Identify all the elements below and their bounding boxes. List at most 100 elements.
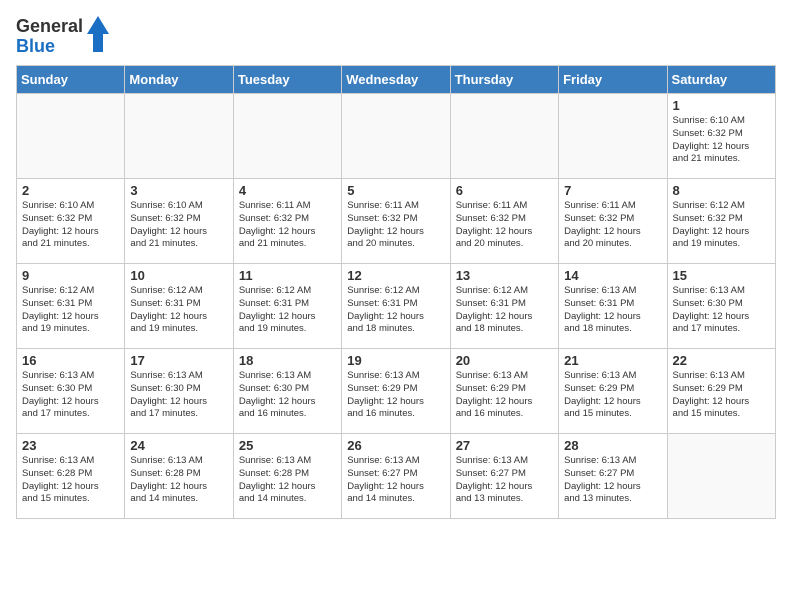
calendar-cell: 24 Sunrise: 6:13 AM Sunset: 6:28 PM Dayli… bbox=[125, 434, 233, 519]
day-number: 11 bbox=[239, 268, 336, 283]
day-number: 6 bbox=[456, 183, 553, 198]
calendar-cell: 23 Sunrise: 6:13 AM Sunset: 6:28 PM Dayli… bbox=[17, 434, 125, 519]
day-number: 8 bbox=[673, 183, 770, 198]
calendar-cell: 2Sunrise: 6:10 AM Sunset: 6:32 PM Daylig… bbox=[17, 179, 125, 264]
day-number: 28 bbox=[564, 438, 661, 453]
calendar-cell: 6 Sunrise: 6:11 AM Sunset: 6:32 PM Daylig… bbox=[450, 179, 558, 264]
weekday-header-friday: Friday bbox=[559, 66, 667, 94]
calendar-cell: 5 Sunrise: 6:11 AM Sunset: 6:32 PM Daylig… bbox=[342, 179, 450, 264]
calendar-cell: 26 Sunrise: 6:13 AM Sunset: 6:27 PM Dayli… bbox=[342, 434, 450, 519]
day-number: 10 bbox=[130, 268, 227, 283]
day-number: 21 bbox=[564, 353, 661, 368]
cell-info: Sunrise: 6:12 AM Sunset: 6:31 PM Dayligh… bbox=[22, 285, 119, 336]
calendar-cell: 16 Sunrise: 6:13 AM Sunset: 6:30 PM Dayli… bbox=[17, 349, 125, 434]
day-number: 23 bbox=[22, 438, 119, 453]
cell-info: Sunrise: 6:11 AM Sunset: 6:32 PM Dayligh… bbox=[456, 200, 553, 251]
day-number: 24 bbox=[130, 438, 227, 453]
day-number: 7 bbox=[564, 183, 661, 198]
logo-general: General bbox=[16, 16, 83, 36]
calendar-cell: 27 Sunrise: 6:13 AM Sunset: 6:27 PM Dayli… bbox=[450, 434, 558, 519]
day-number: 15 bbox=[673, 268, 770, 283]
calendar-cell: 10 Sunrise: 6:12 AM Sunset: 6:31 PM Dayli… bbox=[125, 264, 233, 349]
calendar-cell: 13 Sunrise: 6:12 AM Sunset: 6:31 PM Dayli… bbox=[450, 264, 558, 349]
cell-info: Sunrise: 6:12 AM Sunset: 6:31 PM Dayligh… bbox=[239, 285, 336, 336]
cell-info: Sunrise: 6:13 AM Sunset: 6:29 PM Dayligh… bbox=[456, 370, 553, 421]
cell-info: Sunrise: 6:13 AM Sunset: 6:28 PM Dayligh… bbox=[130, 455, 227, 506]
cell-info: Sunrise: 6:13 AM Sunset: 6:29 PM Dayligh… bbox=[673, 370, 770, 421]
calendar-cell: 11 Sunrise: 6:12 AM Sunset: 6:31 PM Dayli… bbox=[233, 264, 341, 349]
day-number: 4 bbox=[239, 183, 336, 198]
cell-info: Sunrise: 6:12 AM Sunset: 6:31 PM Dayligh… bbox=[347, 285, 444, 336]
day-number: 1 bbox=[673, 98, 770, 113]
calendar-cell: 21 Sunrise: 6:13 AM Sunset: 6:29 PM Dayli… bbox=[559, 349, 667, 434]
calendar-cell: 17 Sunrise: 6:13 AM Sunset: 6:30 PM Dayli… bbox=[125, 349, 233, 434]
day-number: 12 bbox=[347, 268, 444, 283]
cell-info: Sunrise: 6:13 AM Sunset: 6:28 PM Dayligh… bbox=[239, 455, 336, 506]
day-number: 17 bbox=[130, 353, 227, 368]
cell-info: Sunrise: 6:10 AM Sunset: 6:32 PM Dayligh… bbox=[22, 200, 119, 251]
day-number: 5 bbox=[347, 183, 444, 198]
cell-info: Sunrise: 6:13 AM Sunset: 6:30 PM Dayligh… bbox=[239, 370, 336, 421]
day-number: 16 bbox=[22, 353, 119, 368]
calendar-cell: 8Sunrise: 6:12 AM Sunset: 6:32 PM Daylig… bbox=[667, 179, 775, 264]
cell-info: Sunrise: 6:13 AM Sunset: 6:27 PM Dayligh… bbox=[564, 455, 661, 506]
calendar-cell: 15 Sunrise: 6:13 AM Sunset: 6:30 PM Dayli… bbox=[667, 264, 775, 349]
weekday-header-monday: Monday bbox=[125, 66, 233, 94]
calendar-cell bbox=[559, 94, 667, 179]
calendar-cell bbox=[125, 94, 233, 179]
calendar-cell: 12 Sunrise: 6:12 AM Sunset: 6:31 PM Dayli… bbox=[342, 264, 450, 349]
cell-info: Sunrise: 6:13 AM Sunset: 6:27 PM Dayligh… bbox=[347, 455, 444, 506]
calendar-cell: 22 Sunrise: 6:13 AM Sunset: 6:29 PM Dayli… bbox=[667, 349, 775, 434]
day-number: 13 bbox=[456, 268, 553, 283]
cell-info: Sunrise: 6:10 AM Sunset: 6:32 PM Dayligh… bbox=[130, 200, 227, 251]
calendar-cell bbox=[667, 434, 775, 519]
day-number: 18 bbox=[239, 353, 336, 368]
cell-info: Sunrise: 6:13 AM Sunset: 6:28 PM Dayligh… bbox=[22, 455, 119, 506]
calendar-cell: 14 Sunrise: 6:13 AM Sunset: 6:31 PM Dayli… bbox=[559, 264, 667, 349]
day-number: 20 bbox=[456, 353, 553, 368]
cell-info: Sunrise: 6:12 AM Sunset: 6:31 PM Dayligh… bbox=[130, 285, 227, 336]
weekday-header-wednesday: Wednesday bbox=[342, 66, 450, 94]
cell-info: Sunrise: 6:13 AM Sunset: 6:30 PM Dayligh… bbox=[673, 285, 770, 336]
calendar-cell bbox=[233, 94, 341, 179]
calendar-cell: 25 Sunrise: 6:13 AM Sunset: 6:28 PM Dayli… bbox=[233, 434, 341, 519]
day-number: 3 bbox=[130, 183, 227, 198]
calendar-cell: 28 Sunrise: 6:13 AM Sunset: 6:27 PM Dayli… bbox=[559, 434, 667, 519]
day-number: 9 bbox=[22, 268, 119, 283]
cell-info: Sunrise: 6:13 AM Sunset: 6:31 PM Dayligh… bbox=[564, 285, 661, 336]
calendar-cell: 7 Sunrise: 6:11 AM Sunset: 6:32 PM Daylig… bbox=[559, 179, 667, 264]
calendar-cell bbox=[17, 94, 125, 179]
calendar-cell: 3 Sunrise: 6:10 AM Sunset: 6:32 PM Daylig… bbox=[125, 179, 233, 264]
cell-info: Sunrise: 6:13 AM Sunset: 6:30 PM Dayligh… bbox=[22, 370, 119, 421]
day-number: 27 bbox=[456, 438, 553, 453]
calendar-cell: 9 Sunrise: 6:12 AM Sunset: 6:31 PM Daylig… bbox=[17, 264, 125, 349]
calendar-cell bbox=[450, 94, 558, 179]
weekday-header-thursday: Thursday bbox=[450, 66, 558, 94]
calendar-cell bbox=[342, 94, 450, 179]
calendar-cell: 4 Sunrise: 6:11 AM Sunset: 6:32 PM Daylig… bbox=[233, 179, 341, 264]
cell-info: Sunrise: 6:13 AM Sunset: 6:27 PM Dayligh… bbox=[456, 455, 553, 506]
day-number: 26 bbox=[347, 438, 444, 453]
day-number: 22 bbox=[673, 353, 770, 368]
cell-info: Sunrise: 6:11 AM Sunset: 6:32 PM Dayligh… bbox=[564, 200, 661, 251]
weekday-header-sunday: Sunday bbox=[17, 66, 125, 94]
weekday-header-tuesday: Tuesday bbox=[233, 66, 341, 94]
cell-info: Sunrise: 6:11 AM Sunset: 6:32 PM Dayligh… bbox=[239, 200, 336, 251]
cell-info: Sunrise: 6:11 AM Sunset: 6:32 PM Dayligh… bbox=[347, 200, 444, 251]
calendar-cell: 19 Sunrise: 6:13 AM Sunset: 6:29 PM Dayli… bbox=[342, 349, 450, 434]
weekday-header-saturday: Saturday bbox=[667, 66, 775, 94]
day-number: 19 bbox=[347, 353, 444, 368]
cell-info: Sunrise: 6:12 AM Sunset: 6:31 PM Dayligh… bbox=[456, 285, 553, 336]
cell-info: Sunrise: 6:10 AM Sunset: 6:32 PM Dayligh… bbox=[673, 115, 770, 166]
day-number: 25 bbox=[239, 438, 336, 453]
cell-info: Sunrise: 6:13 AM Sunset: 6:29 PM Dayligh… bbox=[564, 370, 661, 421]
calendar-cell: 1 Sunrise: 6:10 AM Sunset: 6:32 PM Daylig… bbox=[667, 94, 775, 179]
logo-triangle-icon bbox=[87, 16, 109, 57]
cell-info: Sunrise: 6:13 AM Sunset: 6:29 PM Dayligh… bbox=[347, 370, 444, 421]
logo-blue: Blue bbox=[16, 36, 55, 56]
calendar-table: SundayMondayTuesdayWednesdayThursdayFrid… bbox=[16, 65, 776, 519]
day-number: 14 bbox=[564, 268, 661, 283]
calendar-cell: 20 Sunrise: 6:13 AM Sunset: 6:29 PM Dayli… bbox=[450, 349, 558, 434]
cell-info: Sunrise: 6:13 AM Sunset: 6:30 PM Dayligh… bbox=[130, 370, 227, 421]
logo: General Blue bbox=[16, 16, 109, 57]
